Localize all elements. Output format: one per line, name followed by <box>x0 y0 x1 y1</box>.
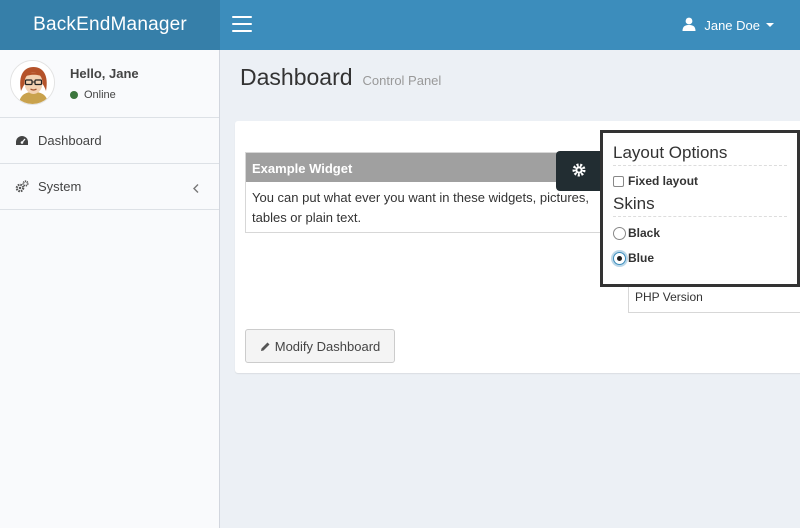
user-status: Online <box>70 89 116 101</box>
skin-black-radio[interactable] <box>613 226 626 240</box>
sidebar-item-label: System <box>38 179 82 194</box>
sidebar-item-label: Dashboard <box>38 133 102 148</box>
user-menu-name: Jane Doe <box>704 17 760 33</box>
skin-option-black[interactable]: Black <box>613 226 787 240</box>
settings-toggle-button[interactable] <box>556 151 602 191</box>
sidebar-item-dashboard[interactable]: Dashboard <box>0 118 219 164</box>
php-version-label: PHP Version <box>635 290 703 304</box>
skin-blue-label: Blue <box>628 251 655 265</box>
fixed-layout-label: Fixed layout <box>628 174 699 188</box>
skin-blue-radio[interactable] <box>613 251 626 265</box>
layout-options-panel: Layout Options Fixed layout Skins Black … <box>600 130 800 287</box>
user-greeting: Hello, Jane <box>70 66 139 81</box>
brand-logo[interactable]: BackEndManager <box>0 0 220 50</box>
sidebar-item-system[interactable]: System <box>0 164 219 210</box>
fixed-layout-checkbox[interactable] <box>613 175 624 187</box>
user-menu[interactable]: Jane Doe <box>682 0 774 50</box>
modify-dashboard-label: Modify Dashboard <box>274 338 381 354</box>
sidebar-toggle-button[interactable] <box>232 16 252 32</box>
content-header: Dashboard Control Panel <box>240 64 441 91</box>
user-icon <box>682 17 696 34</box>
page-title: Dashboard <box>240 64 353 90</box>
top-navbar: Jane Doe <box>220 0 800 50</box>
avatar <box>10 60 55 105</box>
user-status-label: Online <box>84 89 116 101</box>
modify-dashboard-button[interactable]: Modify Dashboard <box>245 329 395 363</box>
online-status-icon <box>70 91 78 99</box>
skins-title: Skins <box>613 194 787 217</box>
skin-black-label: Black <box>628 226 661 240</box>
dashboard-icon <box>15 135 29 147</box>
layout-options-title: Layout Options <box>613 143 787 166</box>
user-panel: Hello, Jane Online <box>0 50 219 118</box>
pencil-icon <box>260 341 271 352</box>
caret-down-icon <box>766 23 774 27</box>
sidebar: Hello, Jane Online Dashboard System <box>0 50 220 528</box>
page-subtitle: Control Panel <box>362 73 442 88</box>
chevron-left-icon <box>193 181 199 196</box>
fixed-layout-option[interactable]: Fixed layout <box>613 174 787 188</box>
gear-icon <box>571 162 587 181</box>
brand-title: BackEndManager <box>33 14 187 35</box>
cogs-icon <box>15 180 29 193</box>
skin-option-blue[interactable]: Blue <box>613 251 787 265</box>
